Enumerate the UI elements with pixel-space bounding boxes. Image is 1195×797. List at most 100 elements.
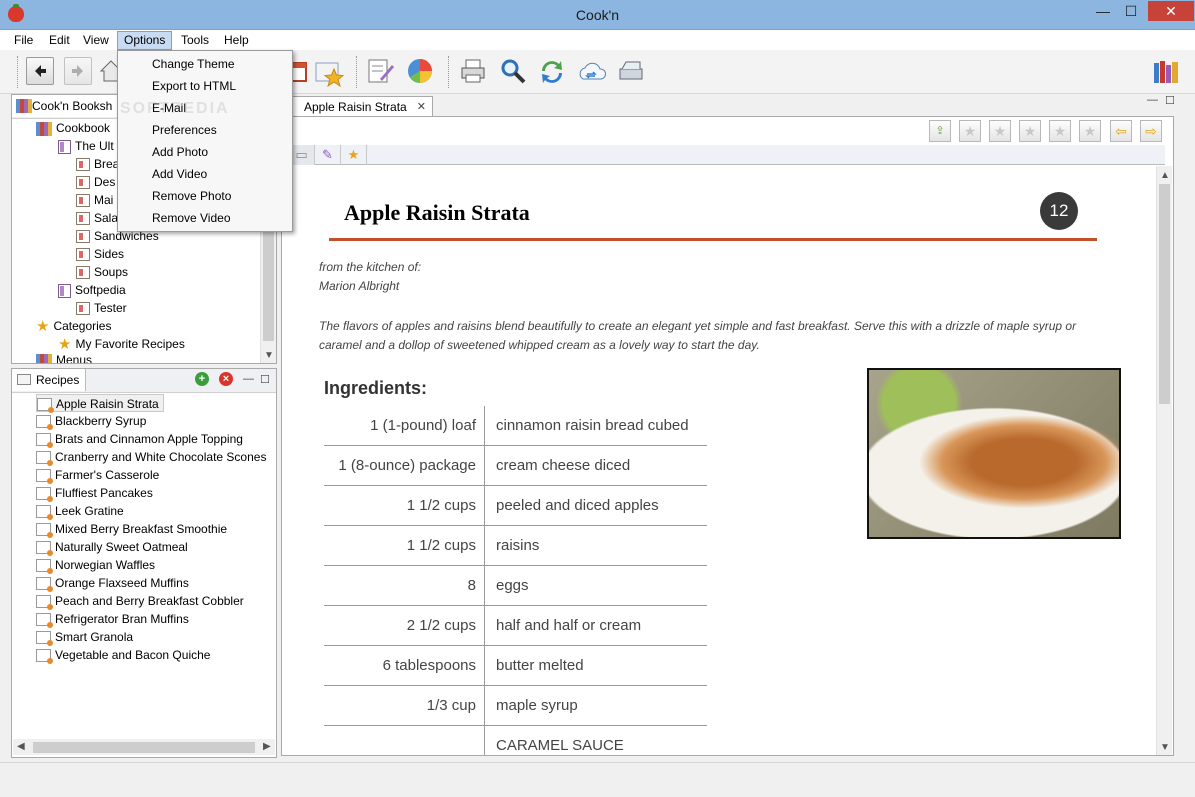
close-tab-icon[interactable]: ✕: [417, 97, 426, 117]
recipe-photo[interactable]: [867, 368, 1121, 539]
tree-item-softpedia[interactable]: Softpedia: [58, 281, 126, 299]
recipe-list-item[interactable]: Orange Flaxseed Muffins: [36, 574, 189, 593]
menu-item-add-photo[interactable]: Add Photo: [118, 141, 292, 163]
tree-item-cookbook[interactable]: Cookbook: [36, 119, 110, 137]
recipe-list-item[interactable]: Brats and Cinnamon Apple Topping: [36, 430, 243, 449]
scanner-icon[interactable]: [617, 57, 645, 85]
recipe-list-item[interactable]: Farmer's Casserole: [36, 466, 160, 485]
tree-item-salads[interactable]: Sala: [76, 209, 118, 227]
minimize-document-icon[interactable]: —: [1147, 94, 1158, 106]
scroll-down-icon[interactable]: ▼: [264, 350, 274, 361]
maximize-panel-icon[interactable]: ☐: [260, 373, 270, 386]
recipe-list-item[interactable]: Refrigerator Bran Muffins: [36, 610, 189, 629]
close-button[interactable]: ✕: [1148, 1, 1194, 21]
scrollbar-thumb[interactable]: [263, 223, 274, 341]
back-arrow-icon[interactable]: [26, 57, 54, 85]
tree-item-sides[interactable]: Sides: [76, 245, 124, 263]
recipe-icon: [36, 505, 53, 521]
tree-item-tester[interactable]: Tester: [76, 299, 127, 317]
menu-edit[interactable]: Edit: [43, 31, 76, 50]
forward-arrow-icon[interactable]: [64, 57, 92, 85]
menu-tools[interactable]: Tools: [175, 31, 215, 50]
tree-item-main[interactable]: Mai: [76, 191, 113, 209]
scroll-down-icon[interactable]: ▼: [1160, 742, 1170, 753]
menu-file[interactable]: File: [8, 31, 39, 50]
delete-recipe-icon[interactable]: ×: [219, 372, 233, 386]
recipe-list-item[interactable]: Cranberry and White Chocolate Scones: [36, 448, 266, 467]
menu-item-add-video[interactable]: Add Video: [118, 163, 292, 185]
share-icon[interactable]: ⇪: [929, 120, 951, 142]
bookshelf-icon[interactable]: [1152, 57, 1180, 85]
print-icon[interactable]: [459, 57, 487, 85]
menu-item-change-theme[interactable]: Change Theme: [118, 53, 292, 75]
recipe-list-item[interactable]: Fluffiest Pancakes: [36, 484, 153, 503]
ingredient-name: cream cheese diced: [496, 457, 631, 474]
menu-options[interactable]: Options: [117, 31, 173, 50]
previous-recipe-arrow-icon[interactable]: ⇦: [1110, 120, 1132, 142]
tree-item-favorites[interactable]: ★ My Favorite Recipes: [58, 335, 185, 353]
recipes-hscrollbar[interactable]: ◀ ▶: [13, 739, 275, 755]
tree-item-soups[interactable]: Soups: [76, 263, 128, 281]
recipe-list-item[interactable]: Peach and Berry Breakfast Cobbler: [36, 592, 244, 611]
tree-item-ultimate-cookbook[interactable]: The Ult: [58, 137, 114, 155]
recipe-list-item[interactable]: Smart Granola: [36, 628, 133, 647]
recipe-list-item[interactable]: Leek Gratine: [36, 502, 124, 521]
scroll-right-icon[interactable]: ▶: [263, 741, 271, 752]
cloud-sync-icon[interactable]: [577, 57, 607, 85]
edit-recipe-icon[interactable]: [366, 57, 394, 85]
recipe-list-item[interactable]: Vegetable and Bacon Quiche: [36, 646, 210, 665]
rating-star-2-icon[interactable]: ★: [989, 120, 1011, 142]
menu-item-remove-video[interactable]: Remove Video: [118, 207, 292, 229]
menu-help[interactable]: Help: [218, 31, 255, 50]
recipe-description: The flavors of apples and raisins blend …: [319, 319, 1077, 352]
rating-star-4-icon[interactable]: ★: [1049, 120, 1071, 142]
scroll-up-icon[interactable]: ▲: [1160, 170, 1170, 181]
recipe-label: Blackberry Syrup: [55, 414, 147, 428]
toolbar-separator: [17, 56, 18, 88]
recipe-list-item[interactable]: Norwegian Waffles: [36, 556, 155, 575]
rating-star-1-icon[interactable]: ★: [959, 120, 981, 142]
recipe-list-item[interactable]: Naturally Sweet Oatmeal: [36, 538, 188, 557]
tab-favorite-icon[interactable]: ★: [341, 145, 367, 165]
maximize-button[interactable]: ☐: [1118, 1, 1144, 21]
author-name: Marion Albright: [319, 279, 400, 293]
minimize-panel-icon[interactable]: —: [243, 373, 254, 385]
rating-star-3-icon[interactable]: ★: [1019, 120, 1041, 142]
favorite-folder-icon[interactable]: [314, 57, 345, 88]
scrollbar-thumb[interactable]: [33, 742, 255, 753]
menu-view[interactable]: View: [77, 31, 115, 50]
rating-star-5-icon[interactable]: ★: [1079, 120, 1101, 142]
menu-item-export-html[interactable]: Export to HTML: [118, 75, 292, 97]
scrollbar-thumb[interactable]: [1159, 184, 1170, 404]
recipe-list-item[interactable]: Mixed Berry Breakfast Smoothie: [36, 520, 227, 539]
next-recipe-arrow-icon[interactable]: ⇨: [1140, 120, 1162, 142]
tree-item-breakfast[interactable]: Brea: [76, 155, 119, 173]
recipe-label: Farmer's Casserole: [55, 468, 160, 482]
maximize-document-icon[interactable]: ☐: [1165, 94, 1175, 107]
recipe-list-item[interactable]: Blackberry Syrup: [36, 412, 147, 431]
tab-cookn-bookshelf[interactable]: Cook'n Booksh: [12, 95, 120, 117]
tab-edit-recipe-icon[interactable]: ✎: [315, 145, 341, 165]
tree-item-label: Mai: [94, 193, 114, 207]
nutrition-pie-icon[interactable]: [406, 57, 434, 85]
recipe-scrollbar[interactable]: ▲ ▼: [1156, 166, 1172, 755]
tab-apple-raisin-strata[interactable]: Apple Raisin Strata ✕: [289, 96, 433, 117]
tree-item-menus[interactable]: Menus: [36, 353, 92, 363]
tab-recipes[interactable]: Recipes: [12, 369, 86, 391]
title-bar: Cook'n — ☐ ✕: [0, 0, 1195, 30]
minimize-button[interactable]: —: [1090, 1, 1116, 21]
add-recipe-icon[interactable]: +: [195, 372, 209, 386]
recipe-title: Apple Raisin Strata: [344, 200, 530, 225]
ingredients-heading: Ingredients:: [324, 378, 428, 398]
recipe-icon: [36, 577, 53, 593]
scroll-left-icon[interactable]: ◀: [17, 741, 25, 752]
tree-item-desserts[interactable]: Des: [76, 173, 115, 191]
tree-item-categories[interactable]: ★ Categories: [36, 317, 111, 335]
sync-arrows-icon[interactable]: [537, 57, 565, 85]
menu-item-preferences[interactable]: Preferences: [118, 119, 292, 141]
ingredient-quantity: 1 1/2 cups: [324, 486, 485, 526]
menu-item-remove-photo[interactable]: Remove Photo: [118, 185, 292, 207]
search-icon[interactable]: [499, 57, 527, 85]
recipe-list-item-selected[interactable]: Apple Raisin Strata: [36, 394, 164, 414]
recipe-icon: [36, 451, 53, 467]
